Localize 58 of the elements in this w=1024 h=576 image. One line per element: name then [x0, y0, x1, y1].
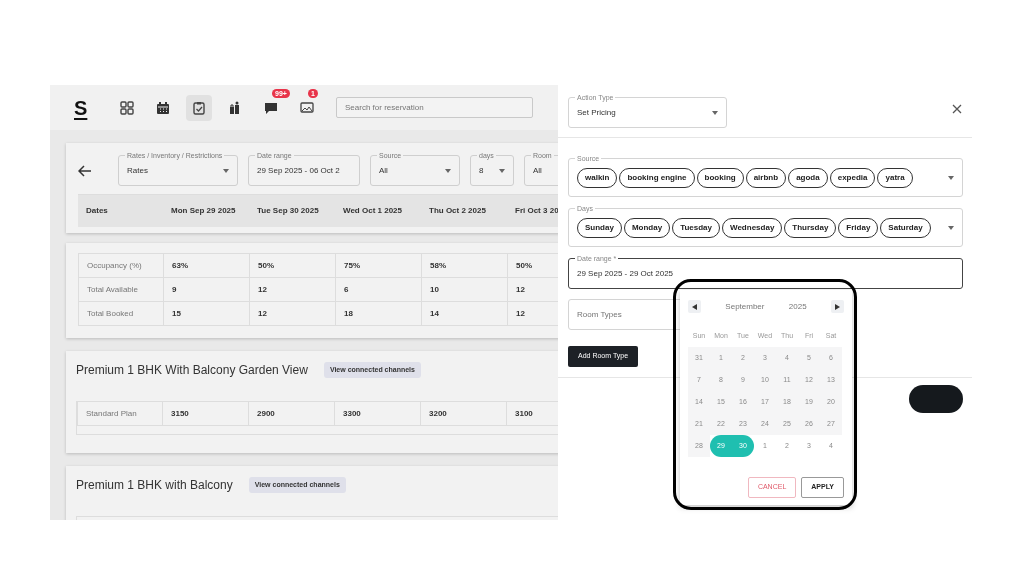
caret-icon: [223, 168, 229, 173]
table-cell: 63%: [164, 254, 250, 278]
table-cell: 10: [422, 278, 508, 302]
table-cell: 12: [250, 278, 336, 302]
next-month-icon: [834, 303, 840, 310]
clipboard-check-icon: [192, 100, 206, 115]
room-title: Premium 1 BHK With Balcony Garden View: [76, 362, 308, 379]
table-cell: 15: [164, 302, 250, 326]
row-label: Occupancy (%): [79, 254, 164, 278]
next-month-button[interactable]: [830, 300, 844, 313]
grid-icon: [120, 100, 134, 115]
table-cell: 3200: [421, 402, 507, 426]
table-cell: 18: [336, 302, 422, 326]
search-field[interactable]: Search for reservation: [336, 97, 533, 118]
field-value: 29 Sep 2025 - 06 Oct 2: [257, 164, 340, 177]
field-value: Set Pricing: [577, 106, 616, 119]
chat-icon: [264, 100, 278, 115]
field-value: Rates: [127, 164, 148, 177]
row-label: Total Available: [79, 278, 164, 302]
row-label: Total Booked: [79, 302, 164, 326]
caret-icon: [948, 175, 954, 180]
dark-pill-button[interactable]: [909, 385, 963, 413]
table-cell: 9: [164, 278, 250, 302]
caret-icon: [712, 110, 718, 115]
back-arrow-icon[interactable]: [78, 164, 92, 177]
field-value: 29 Sep 2025 - 29 Oct 2025: [577, 267, 674, 280]
column-header: Thu Oct 2 2025: [421, 195, 507, 227]
close-icon[interactable]: [952, 104, 962, 114]
caret-icon: [948, 225, 954, 230]
room-title: Premium 1 BHK with Balcony: [76, 477, 233, 494]
field-value: All: [379, 164, 388, 177]
caret-icon: [499, 168, 505, 173]
previous-month-icon: [692, 303, 697, 310]
column-header: Dates: [78, 195, 163, 227]
previous-month-button[interactable]: [688, 300, 701, 313]
month-select[interactable]: September: [725, 300, 765, 313]
table-cell: 58%: [422, 254, 508, 278]
year-select[interactable]: 2025: [788, 300, 807, 313]
table-cell: 3150: [163, 402, 249, 426]
field-value: All: [533, 164, 542, 177]
table-cell: 14: [422, 302, 508, 326]
column-header: Tue Sep 30 2025: [249, 195, 335, 227]
column-header: Mon Sep 29 2025: [163, 195, 249, 227]
caret-icon: [445, 168, 451, 173]
row-label: Standard Plan: [78, 402, 163, 426]
column-header: Wed Oct 1 2025: [335, 195, 421, 227]
calendar-icon: [156, 100, 170, 115]
app-logo: S: [74, 95, 89, 121]
toolbar-button[interactable]: [186, 94, 212, 121]
table-cell: 12: [250, 302, 336, 326]
table-cell: 50%: [250, 254, 336, 278]
picture-message-icon: [300, 100, 314, 115]
column-header: Fri Oct 3 20: [507, 195, 558, 227]
field-value: 8: [479, 164, 484, 177]
table-cell: 6: [336, 278, 422, 302]
table-cell: 2900: [249, 402, 335, 426]
table-cell: 75%: [336, 254, 422, 278]
table-cell: 3300: [335, 402, 421, 426]
